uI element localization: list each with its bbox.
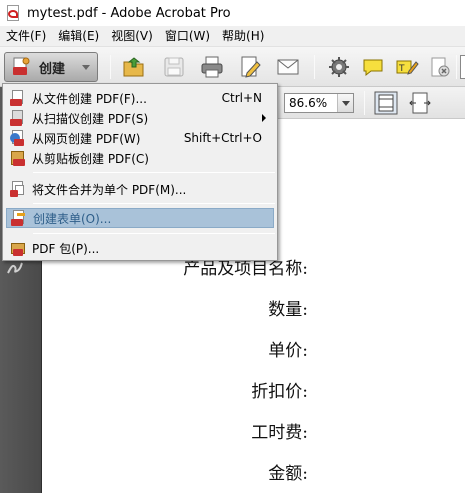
shortcut-label: Shift+Ctrl+O xyxy=(183,131,262,145)
settings-gear-icon[interactable] xyxy=(327,55,351,79)
attach-icon[interactable] xyxy=(428,55,452,79)
doc-field-labor-cost: 工时费: xyxy=(251,423,308,443)
window-title: mytest.pdf - Adobe Acrobat Pro xyxy=(27,5,231,21)
zoom-dropdown-icon[interactable] xyxy=(337,94,353,112)
toolbar-separator xyxy=(314,55,315,79)
toolbar-separator xyxy=(364,91,365,115)
menu-item-create-from-scanner[interactable]: 从扫描仪创建 PDF(S) xyxy=(6,108,274,128)
create-dropdown-caret-icon xyxy=(82,65,90,70)
overflow-icon[interactable] xyxy=(460,55,465,79)
menu-item-create-from-web[interactable]: 从网页创建 PDF(W) Shift+Ctrl+O xyxy=(6,128,274,148)
menu-item-create-form[interactable]: 创建表单(O)... xyxy=(6,208,274,228)
acrobat-app-icon xyxy=(5,5,21,21)
pdf-from-file-icon xyxy=(10,90,26,106)
menu-separator xyxy=(33,203,275,204)
submenu-arrow-icon xyxy=(262,114,266,122)
zoom-select[interactable]: 86.6% xyxy=(284,93,354,113)
email-icon[interactable] xyxy=(276,55,300,79)
create-button[interactable]: 创建 xyxy=(4,52,98,82)
title-bar: mytest.pdf - Adobe Acrobat Pro xyxy=(0,0,465,26)
menu-separator xyxy=(33,233,275,234)
menu-separator xyxy=(33,172,275,173)
doc-field-quantity: 数量: xyxy=(268,300,308,320)
print-icon[interactable] xyxy=(200,55,224,79)
toolbar-separator xyxy=(456,55,457,79)
menu-item-create-from-file[interactable]: 从文件创建 PDF(F)... Ctrl+N xyxy=(6,88,274,108)
menu-bar: 文件(F) 编辑(E) 视图(V) 窗口(W) 帮助(H) xyxy=(0,26,465,47)
shortcut-label: Ctrl+N xyxy=(221,91,262,105)
main-toolbar: 创建 T xyxy=(0,47,465,87)
combine-files-icon xyxy=(10,181,26,197)
fit-page-icon[interactable] xyxy=(374,91,398,115)
edit-document-icon[interactable] xyxy=(239,55,263,79)
create-pdf-icon xyxy=(13,57,30,75)
create-form-icon xyxy=(11,210,27,226)
zoom-value: 86.6% xyxy=(289,96,328,110)
fit-width-icon[interactable] xyxy=(408,91,432,115)
pdf-from-scanner-icon xyxy=(10,110,26,126)
menu-view[interactable]: 视图(V) xyxy=(105,26,159,47)
doc-field-discount-price: 折扣价: xyxy=(251,382,308,402)
doc-field-unit-price: 单价: xyxy=(268,341,308,361)
comment-bubble-icon[interactable] xyxy=(361,55,385,79)
toolbar-separator xyxy=(110,55,111,79)
signature-tool-icon[interactable] xyxy=(6,259,24,277)
menu-item-pdf-portfolio[interactable]: PDF 包(P)... xyxy=(6,238,274,258)
pdf-portfolio-icon xyxy=(10,240,26,256)
open-folder-icon[interactable] xyxy=(122,55,146,79)
menu-item-combine-files[interactable]: 将文件合并为单个 PDF(M)... xyxy=(6,179,274,199)
pdf-from-clipboard-icon xyxy=(10,150,26,166)
create-dropdown-menu: 从文件创建 PDF(F)... Ctrl+N 从扫描仪创建 PDF(S) 从网页… xyxy=(2,83,278,261)
menu-window[interactable]: 窗口(W) xyxy=(159,26,216,47)
create-button-label: 创建 xyxy=(39,61,66,77)
pdf-from-web-icon xyxy=(10,130,26,146)
highlight-pen-icon[interactable]: T xyxy=(395,55,419,79)
svg-text:T: T xyxy=(398,64,405,74)
menu-edit[interactable]: 编辑(E) xyxy=(52,26,105,47)
page-toolbar: 86.6% xyxy=(276,87,465,119)
doc-field-amount: 金额: xyxy=(268,464,308,484)
menu-file[interactable]: 文件(F) xyxy=(0,26,52,47)
save-icon[interactable] xyxy=(162,55,186,79)
menu-help[interactable]: 帮助(H) xyxy=(216,26,270,47)
menu-item-create-from-clipboard[interactable]: 从剪贴板创建 PDF(C) xyxy=(6,148,274,168)
